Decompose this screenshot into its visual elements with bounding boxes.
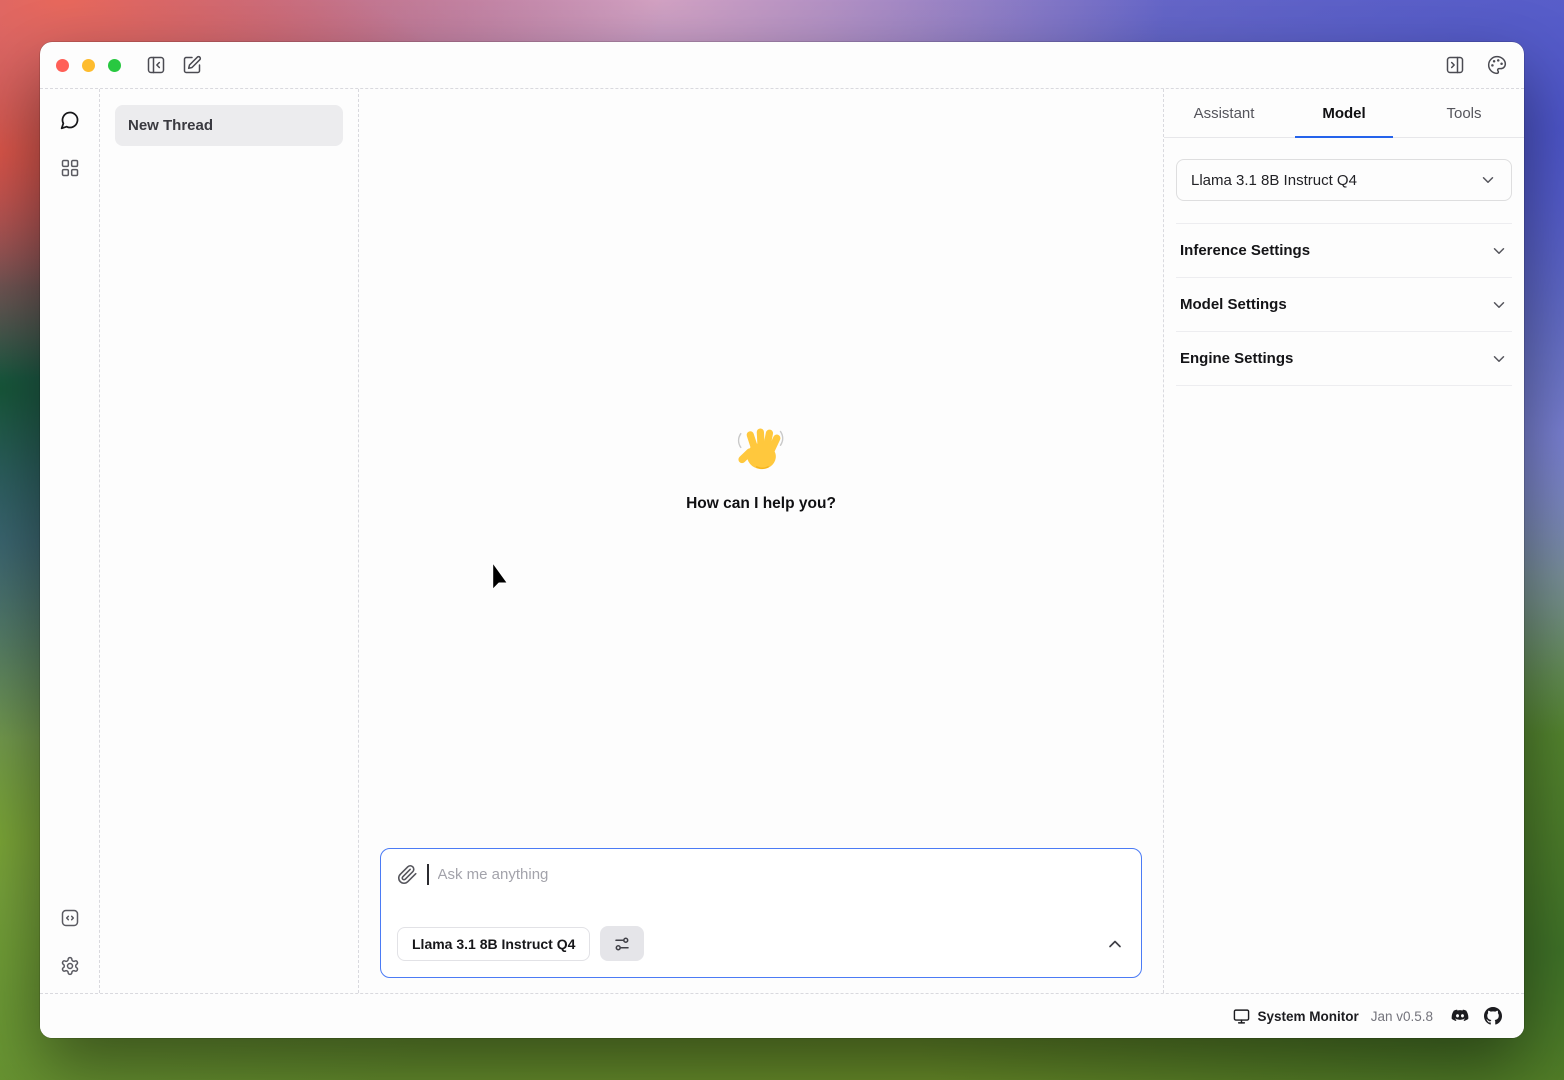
empty-state-greeting: How can I help you? [359, 89, 1163, 848]
tab-model[interactable]: Model [1284, 89, 1404, 137]
chat-input-box[interactable]: Llama 3.1 8B Instruct Q4 [380, 848, 1142, 978]
section-engine-settings[interactable]: Engine Settings [1176, 332, 1512, 386]
model-selector-button[interactable]: Llama 3.1 8B Instruct Q4 [397, 927, 590, 961]
jan-app-window: New Thread How can [40, 42, 1524, 1038]
tab-tools[interactable]: Tools [1404, 89, 1524, 137]
chevron-down-icon [1490, 242, 1508, 260]
github-icon[interactable] [1484, 1007, 1502, 1025]
right-settings-panel: Assistant Model Tools Llama 3.1 8B Instr… [1163, 89, 1524, 993]
app-version-label: Jan v0.5.8 [1371, 1009, 1433, 1024]
tab-assistant[interactable]: Assistant [1164, 89, 1284, 137]
right-panel-tabs: Assistant Model Tools [1164, 89, 1524, 138]
section-model-settings[interactable]: Model Settings [1176, 278, 1512, 332]
greeting-text: How can I help you? [686, 495, 836, 513]
settings-gear-icon[interactable] [59, 955, 81, 977]
model-dropdown-value: Llama 3.1 8B Instruct Q4 [1191, 172, 1357, 189]
thread-list-panel: New Thread [100, 89, 359, 993]
text-caret [427, 864, 429, 885]
section-inference-settings[interactable]: Inference Settings [1176, 224, 1512, 278]
close-window-button[interactable] [56, 59, 69, 72]
section-label: Inference Settings [1180, 242, 1310, 259]
system-monitor-button[interactable]: System Monitor [1233, 1008, 1358, 1025]
chevron-down-icon [1490, 296, 1508, 314]
hub-grid-icon[interactable] [59, 157, 81, 179]
section-label: Model Settings [1180, 296, 1287, 313]
collapse-chevron-up-icon[interactable] [1105, 934, 1125, 954]
zoom-window-button[interactable] [108, 59, 121, 72]
chevron-down-icon [1490, 350, 1508, 368]
settings-sections: Inference Settings Model Settings Engine… [1176, 223, 1512, 386]
theme-palette-icon[interactable] [1486, 54, 1508, 76]
thread-item-new-thread[interactable]: New Thread [115, 105, 343, 146]
chevron-down-icon [1479, 171, 1497, 189]
titlebar [40, 42, 1524, 88]
local-api-code-icon[interactable] [59, 907, 81, 929]
waving-hand-emoji [735, 425, 787, 477]
attachment-paperclip-icon[interactable] [397, 864, 418, 885]
model-tune-sliders-icon[interactable] [600, 926, 644, 961]
discord-icon[interactable] [1451, 1007, 1469, 1025]
model-dropdown[interactable]: Llama 3.1 8B Instruct Q4 [1176, 159, 1512, 201]
chat-threads-icon[interactable] [59, 109, 81, 131]
traffic-lights [56, 59, 121, 72]
status-bar: System Monitor Jan v0.5.8 [40, 993, 1524, 1038]
new-thread-edit-icon[interactable] [181, 54, 203, 76]
content-row: New Thread How can [40, 88, 1524, 993]
mouse-cursor [487, 562, 513, 598]
system-monitor-icon [1233, 1008, 1250, 1025]
chat-main-area: How can I help you? Llama 3.1 8B Instruc… [359, 89, 1163, 993]
section-label: Engine Settings [1180, 350, 1293, 367]
minimize-window-button[interactable] [82, 59, 95, 72]
panel-left-collapse-icon[interactable] [145, 54, 167, 76]
panel-right-collapse-icon[interactable] [1444, 54, 1466, 76]
system-monitor-label: System Monitor [1257, 1009, 1358, 1024]
chat-text-input[interactable] [438, 866, 1126, 883]
left-rail [40, 89, 100, 993]
